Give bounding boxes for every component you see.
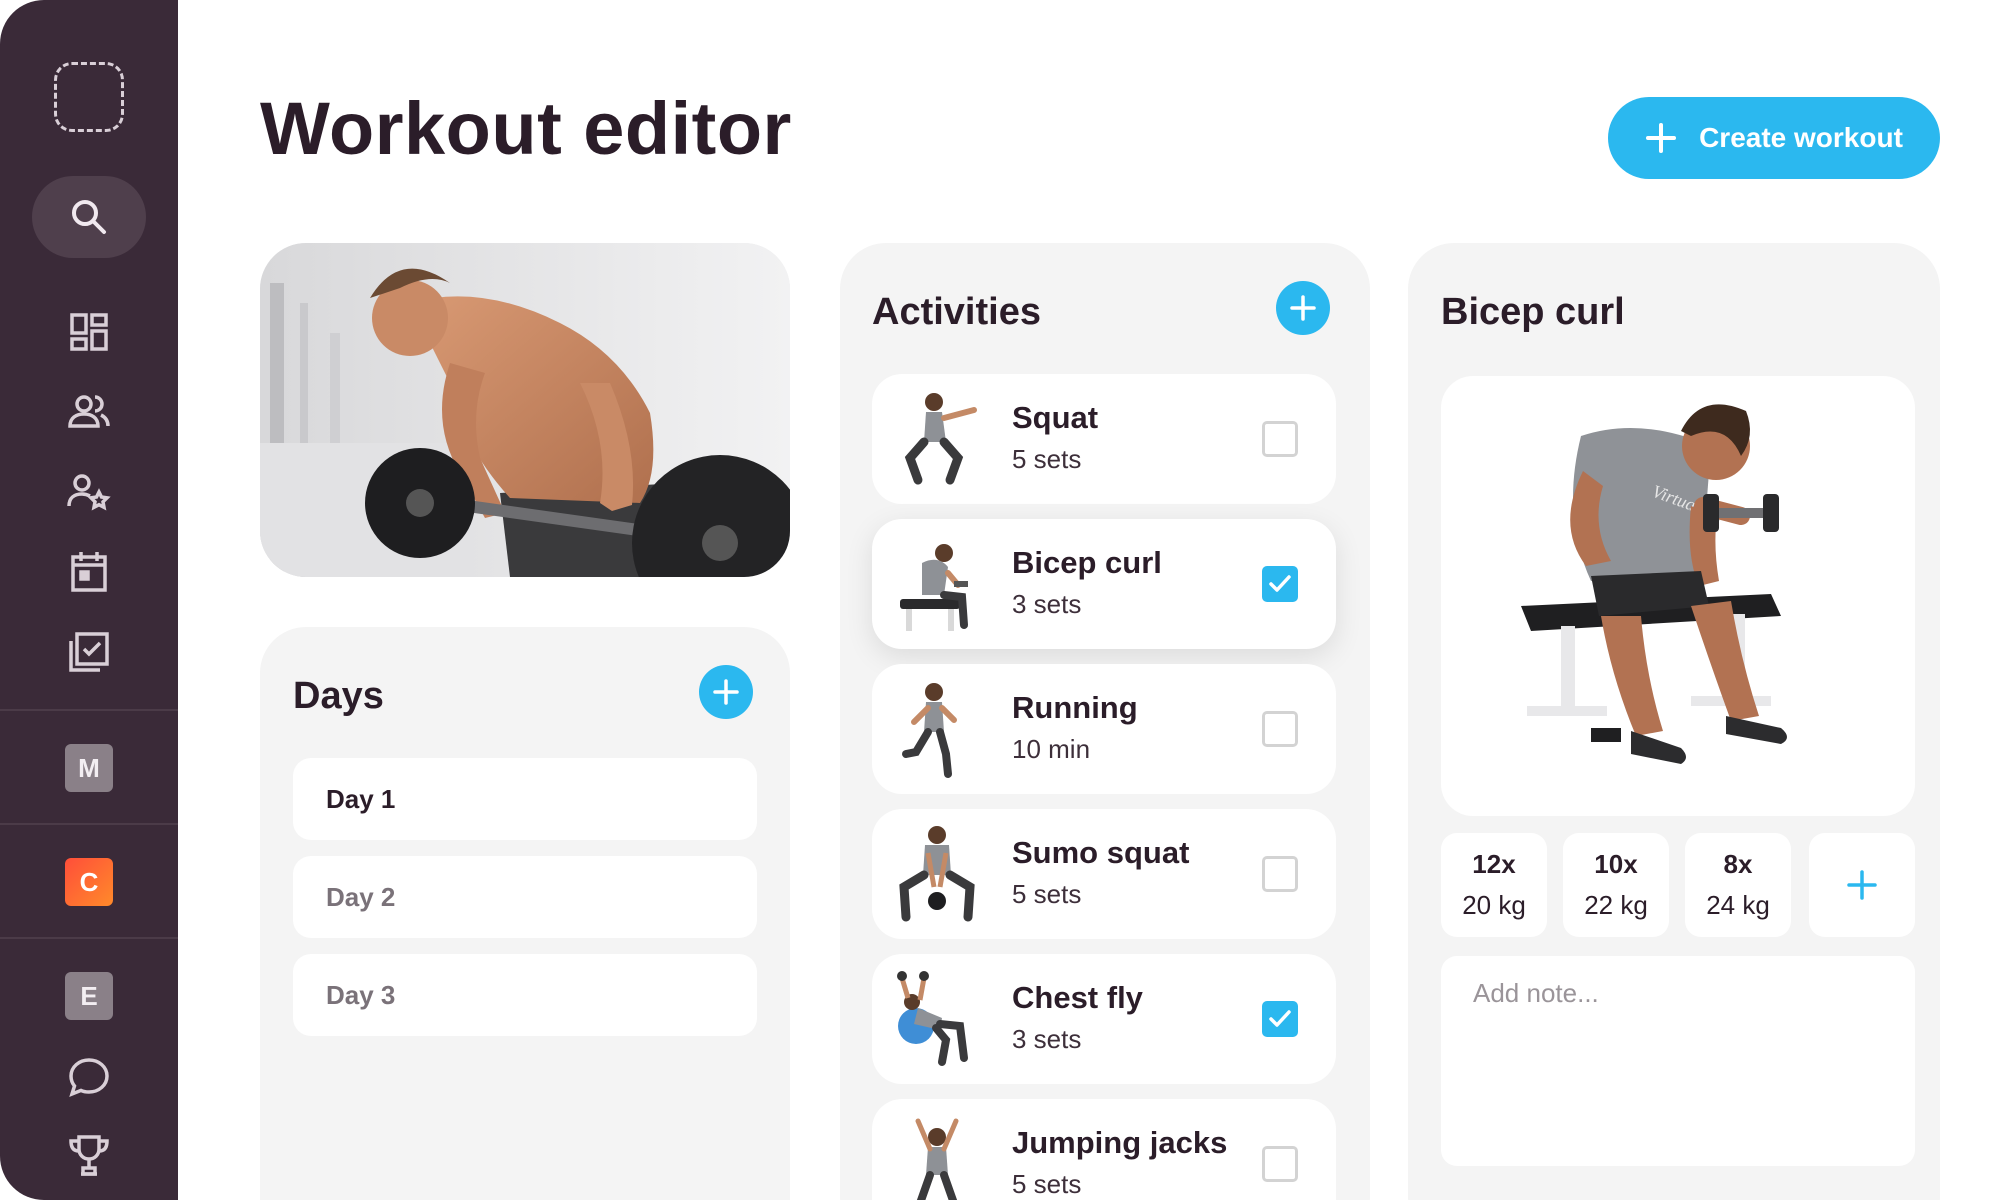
- set-weight: 22 kg: [1584, 890, 1648, 920]
- set-box-3[interactable]: 8x 24 kg: [1685, 833, 1791, 937]
- set-weight: 20 kg: [1462, 890, 1526, 920]
- activity-item-running[interactable]: Running 10 min: [872, 664, 1336, 794]
- activity-detail: 3 sets: [1012, 589, 1082, 619]
- bicep-curl-figure-icon: [900, 544, 968, 631]
- plus-icon: [1847, 870, 1877, 900]
- workspace-badge-m[interactable]: M: [65, 744, 113, 792]
- add-day-button[interactable]: [699, 665, 753, 719]
- checkmark-icon: [1269, 1010, 1291, 1027]
- activity-item-sumo-squat[interactable]: Sumo squat 5 sets: [872, 809, 1336, 939]
- activity-item-bicep-curl[interactable]: Bicep curl 3 sets: [872, 519, 1336, 649]
- set-reps: 12x: [1472, 849, 1516, 879]
- checkmark-icon: [1269, 575, 1291, 592]
- add-set-button[interactable]: [1809, 833, 1915, 937]
- activity-detail: 10 min: [1012, 734, 1091, 764]
- activity-detail: 5 sets: [1012, 1169, 1082, 1199]
- exercise-title: Bicep curl: [1441, 291, 1625, 333]
- add-activity-button[interactable]: [1276, 281, 1330, 335]
- workspace-badge-e[interactable]: E: [65, 972, 113, 1020]
- squat-figure-icon: [904, 393, 977, 485]
- search-button[interactable]: [32, 176, 146, 258]
- activity-item-chest-fly[interactable]: Chest fly 3 sets: [872, 954, 1336, 1084]
- workspace-badge-c[interactable]: C: [65, 858, 113, 906]
- activity-checkbox[interactable]: [1262, 711, 1298, 747]
- day-item-1[interactable]: Day 1: [293, 758, 757, 840]
- favorites-icon[interactable]: [67, 470, 111, 514]
- chat-icon[interactable]: [67, 1055, 111, 1099]
- calendar-icon[interactable]: [67, 550, 111, 594]
- activity-detail: 3 sets: [1012, 1024, 1082, 1054]
- activity-checkbox[interactable]: [1262, 1146, 1298, 1182]
- activity-item-jumping-jacks[interactable]: Jumping jacks 5 sets: [872, 1099, 1336, 1200]
- plus-icon: [1290, 295, 1316, 321]
- workout-cover-image: [260, 243, 790, 577]
- exercise-illustration: Virtuagym: [1441, 376, 1915, 816]
- set-box-2[interactable]: 10x 22 kg: [1563, 833, 1669, 937]
- search-icon: [72, 200, 106, 234]
- activity-checkbox-checked[interactable]: [1262, 566, 1298, 602]
- day-item-2[interactable]: Day 2: [293, 856, 757, 938]
- activity-name: Squat: [1012, 400, 1099, 435]
- days-panel: Days Day 1 Day 2 Day 3: [260, 627, 790, 1200]
- trophy-icon[interactable]: [67, 1134, 111, 1178]
- plus-icon: [713, 679, 739, 705]
- activity-name: Sumo squat: [1012, 835, 1190, 870]
- set-reps: 8x: [1723, 849, 1753, 879]
- set-box-1[interactable]: 12x 20 kg: [1441, 833, 1547, 937]
- checklist-icon[interactable]: [67, 630, 111, 674]
- activity-checkbox[interactable]: [1262, 856, 1298, 892]
- activity-checkbox-checked[interactable]: [1262, 1001, 1298, 1037]
- running-figure-icon: [902, 683, 957, 778]
- jumping-jacks-figure-icon: [915, 1118, 959, 1200]
- sidebar-divider: [0, 823, 178, 825]
- activity-name: Jumping jacks: [1012, 1125, 1228, 1160]
- exercise-detail-panel: Bicep curl Virtuagym 12x 20 kg 10x 22 kg…: [1408, 243, 1940, 1200]
- activity-checkbox[interactable]: [1262, 421, 1298, 457]
- clients-icon[interactable]: [67, 390, 111, 434]
- sidebar-divider: [0, 937, 178, 939]
- plus-icon: [1646, 123, 1677, 153]
- activity-name: Running: [1012, 690, 1138, 725]
- activities-panel: Activities Squat 5 sets Bicep curl 3 set…: [840, 243, 1370, 1200]
- logo-placeholder-icon[interactable]: [54, 62, 124, 132]
- note-input[interactable]: [1441, 956, 1915, 1166]
- sidebar: M C E: [0, 0, 178, 1200]
- page-title: Workout editor: [260, 87, 792, 170]
- activity-detail: 5 sets: [1012, 444, 1082, 474]
- chest-fly-figure-icon: [897, 971, 968, 1066]
- create-workout-label: Create workout: [1699, 122, 1903, 153]
- activity-name: Chest fly: [1012, 980, 1143, 1015]
- sidebar-divider: [0, 709, 178, 711]
- activity-name: Bicep curl: [1012, 545, 1162, 580]
- set-reps: 10x: [1594, 849, 1638, 879]
- activities-title: Activities: [872, 291, 1041, 333]
- activity-detail: 5 sets: [1012, 879, 1082, 909]
- sumo-squat-figure-icon: [899, 826, 975, 922]
- days-title: Days: [293, 675, 384, 717]
- dashboard-icon[interactable]: [67, 310, 111, 354]
- day-item-3[interactable]: Day 3: [293, 954, 757, 1036]
- create-workout-button[interactable]: Create workout: [1608, 97, 1940, 179]
- activity-item-squat[interactable]: Squat 5 sets: [872, 374, 1336, 504]
- set-weight: 24 kg: [1706, 890, 1770, 920]
